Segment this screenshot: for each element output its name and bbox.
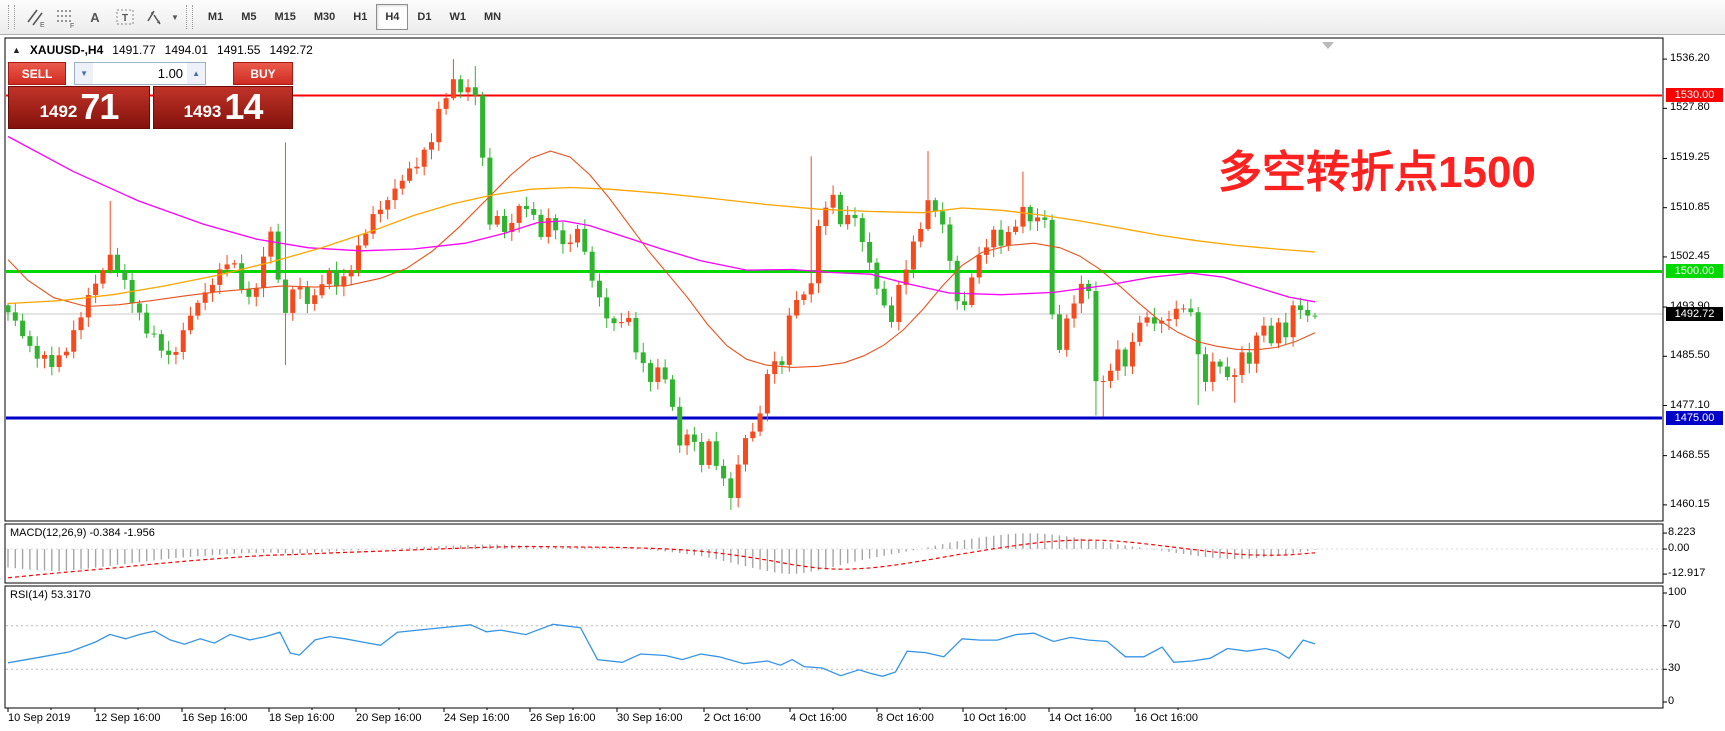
price-tick: 1519.25 xyxy=(1670,151,1710,163)
timeframe-m5[interactable]: M5 xyxy=(232,4,265,30)
buy-button[interactable]: BUY xyxy=(233,62,293,85)
price-tick: 1527.80 xyxy=(1670,101,1710,113)
buy-price-main: 1493 xyxy=(184,99,222,125)
chart-shift-marker-icon[interactable] xyxy=(1322,42,1334,49)
price-badge-1475.00: 1475.00 xyxy=(1666,411,1723,425)
svg-text:F: F xyxy=(70,23,74,28)
volume-decrease-button[interactable]: ▼ xyxy=(75,63,93,84)
sell-price-main: 1492 xyxy=(40,99,78,125)
volume-input[interactable] xyxy=(93,63,187,84)
time-axis-label: 20 Sep 16:00 xyxy=(356,712,421,724)
timeframe-h4[interactable]: H4 xyxy=(376,4,408,30)
toolbar-grip-2[interactable] xyxy=(186,5,193,29)
text-icon-glyph: A xyxy=(90,10,99,25)
time-axis-label: 4 Oct 16:00 xyxy=(790,712,847,724)
svg-text:T: T xyxy=(122,13,128,24)
timeframe-m30[interactable]: M30 xyxy=(305,4,344,30)
timeframe-m1[interactable]: M1 xyxy=(199,4,232,30)
time-axis-label: 26 Sep 16:00 xyxy=(530,712,595,724)
rsi-tick: 70 xyxy=(1668,619,1680,631)
chart-annotation: 多空转折点1500 xyxy=(1218,136,1536,200)
price-badge-1530.00: 1530.00 xyxy=(1666,88,1723,102)
equidistant-channel-icon[interactable]: E xyxy=(21,3,49,31)
time-axis-label: 2 Oct 16:00 xyxy=(704,712,761,724)
timeframe-m15[interactable]: M15 xyxy=(265,4,304,30)
macd-tick: 0.00 xyxy=(1668,542,1689,554)
collapse-triangle-icon[interactable]: ▲ xyxy=(12,45,21,55)
price-badge-1500.00: 1500.00 xyxy=(1666,264,1723,278)
chevron-down-icon: ▼ xyxy=(171,13,179,22)
rsi-tick: 100 xyxy=(1668,586,1686,598)
price-tick: 1468.55 xyxy=(1670,449,1710,461)
sell-price-pips: 71 xyxy=(80,89,118,125)
sell-quote-box[interactable]: 1492 71 xyxy=(8,86,150,129)
svg-text:E: E xyxy=(40,22,45,28)
rsi-tick: 30 xyxy=(1668,662,1680,674)
time-axis-label: 8 Oct 16:00 xyxy=(877,712,934,724)
price-tick: 1510.85 xyxy=(1670,201,1710,213)
sell-button[interactable]: SELL xyxy=(8,62,66,85)
rsi-tick: 0 xyxy=(1668,695,1674,707)
macd-tick: 8.223 xyxy=(1668,526,1696,538)
toolbar: E F A T ▼ M1M5M15M30H1H4D1W1MN xyxy=(0,0,1725,35)
text-label-icon[interactable]: T xyxy=(111,3,139,31)
time-axis-label: 10 Sep 2019 xyxy=(8,712,70,724)
time-axis-label: 12 Sep 16:00 xyxy=(95,712,160,724)
timeframe-group: M1M5M15M30H1H4D1W1MN xyxy=(199,4,510,30)
symbol-name: XAUUSD-,H4 xyxy=(30,43,103,57)
price-tick: 1502.45 xyxy=(1670,250,1710,262)
ohlc-high: 1494.01 xyxy=(165,43,208,57)
time-axis-label: 24 Sep 16:00 xyxy=(444,712,509,724)
ohlc-close: 1492.72 xyxy=(269,43,312,57)
rsi-pane[interactable] xyxy=(5,586,1663,708)
arrows-tool-icon[interactable]: ▼ xyxy=(141,3,180,31)
macd-pane[interactable] xyxy=(5,524,1663,583)
one-click-trading-panel: SELL ▼ ▲ BUY 1492 71 1493 14 xyxy=(8,62,293,129)
price-tick: 1460.15 xyxy=(1670,498,1710,510)
price-tick: 1536.20 xyxy=(1670,52,1710,64)
rsi-label: RSI(14) 53.3170 xyxy=(10,589,91,601)
macd-label: MACD(12,26,9) -0.384 -1.956 xyxy=(10,527,155,539)
fibonacci-retracement-icon[interactable]: F xyxy=(51,3,79,31)
price-tick: 1485.50 xyxy=(1670,349,1710,361)
symbol-header: ▲ XAUUSD-,H4 1491.77 1494.01 1491.55 149… xyxy=(12,43,313,57)
price-tick: 1477.10 xyxy=(1670,399,1710,411)
timeframe-d1[interactable]: D1 xyxy=(408,4,440,30)
time-axis-label: 10 Oct 16:00 xyxy=(963,712,1026,724)
timeframe-mn[interactable]: MN xyxy=(475,4,510,30)
price-badge-1492.72: 1492.72 xyxy=(1666,307,1723,321)
macd-tick: -12.917 xyxy=(1668,567,1705,579)
timeframe-h1[interactable]: H1 xyxy=(344,4,376,30)
ohlc-open: 1491.77 xyxy=(112,43,155,57)
volume-stepper: ▼ ▲ xyxy=(74,62,206,85)
time-axis-label: 16 Oct 16:00 xyxy=(1135,712,1198,724)
buy-quote-box[interactable]: 1493 14 xyxy=(153,86,293,129)
time-axis-label: 14 Oct 16:00 xyxy=(1049,712,1112,724)
toolbar-grip[interactable] xyxy=(8,5,15,29)
volume-increase-button[interactable]: ▲ xyxy=(187,63,205,84)
time-axis-label: 16 Sep 16:00 xyxy=(182,712,247,724)
time-axis-label: 18 Sep 16:00 xyxy=(269,712,334,724)
ohlc-low: 1491.55 xyxy=(217,43,260,57)
buy-price-pips: 14 xyxy=(224,89,262,125)
text-icon[interactable]: A xyxy=(81,3,109,31)
time-axis-label: 30 Sep 16:00 xyxy=(617,712,682,724)
timeframe-w1[interactable]: W1 xyxy=(440,4,475,30)
